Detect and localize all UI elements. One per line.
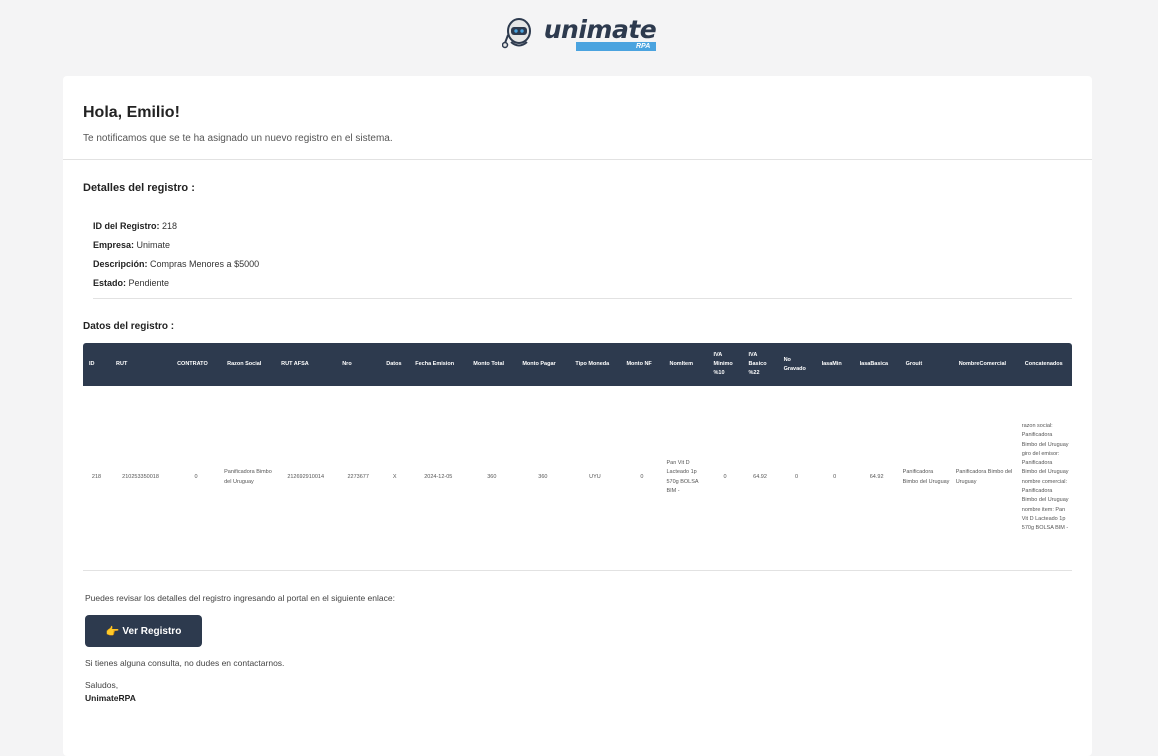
robot-icon bbox=[501, 18, 531, 49]
table-cell: 2273677 bbox=[336, 386, 381, 571]
table-cell: X bbox=[380, 386, 410, 571]
detail-descripcion: Descripción: Compras Menores a $5000 bbox=[93, 259, 259, 269]
header: unimate RPA bbox=[0, 0, 1158, 76]
datos-title: Datos del registro : bbox=[83, 321, 175, 332]
table-header: RUT bbox=[116, 361, 128, 367]
detail-id: ID del Registro: 218 bbox=[93, 221, 177, 231]
detail-estado-label: Estado: bbox=[93, 278, 127, 288]
detail-id-value: 218 bbox=[162, 221, 178, 231]
table-cell: 0 bbox=[620, 386, 664, 571]
table-header: Grouit bbox=[905, 361, 923, 367]
table-cell: 0 bbox=[777, 386, 816, 571]
table-header-row: ID RUT CONTRATO Razon Social RUT AFSA Nr… bbox=[83, 343, 1072, 386]
table-header: RUT AFSA bbox=[281, 361, 309, 367]
table-header: ID bbox=[89, 361, 95, 367]
email-card: Hola, Emilio! Te notificamos que se te h… bbox=[63, 76, 1092, 756]
table-header: Monto NF bbox=[626, 361, 652, 367]
intro-text: Te notificamos que se te ha asignado un … bbox=[83, 133, 393, 144]
table-cell: 0 bbox=[707, 386, 743, 571]
table-header: IasaBasica bbox=[859, 361, 889, 367]
detail-descripcion-label: Descripción: bbox=[93, 259, 148, 269]
table-header: IasaMin bbox=[821, 361, 842, 367]
table-header: NomItem bbox=[669, 361, 693, 367]
table-cell: 64.92 bbox=[742, 386, 778, 571]
detail-empresa-label: Empresa: bbox=[93, 240, 135, 250]
registro-table: ID RUT CONTRATO Razon Social RUT AFSA Nr… bbox=[83, 343, 1072, 571]
divider bbox=[93, 298, 1072, 299]
table-header: Monto Total bbox=[473, 361, 505, 367]
brand-name: unimate bbox=[543, 14, 657, 44]
table-cell: 64.92 bbox=[853, 386, 900, 571]
table-cell: 0 bbox=[815, 386, 854, 571]
table-header: IVA Basico %22 bbox=[748, 352, 767, 376]
detail-descripcion-value: Compras Menores a $5000 bbox=[150, 259, 260, 269]
table-cell: Panificadora Bimbo del Uruguay bbox=[221, 386, 276, 571]
table-cell: 212692910014 bbox=[275, 386, 337, 571]
table-cell: Panificadora Bimbo del Uruguay bbox=[952, 386, 1019, 571]
divider bbox=[63, 159, 1092, 160]
table-cell: 210253350018 bbox=[110, 386, 172, 571]
table-cell: razon social: Panificadora Bimbo del Uru… bbox=[1018, 386, 1072, 571]
table-header: Razon Social bbox=[227, 361, 262, 367]
table-header: Monto Pagar bbox=[522, 361, 556, 367]
closing-text: Saludos, bbox=[85, 680, 119, 690]
brand-logo: unimate RPA bbox=[501, 14, 657, 53]
ver-registro-label: Ver Registro bbox=[122, 625, 182, 637]
detail-empresa: Empresa: Unimate bbox=[93, 240, 170, 250]
brand-sub: RPA bbox=[576, 41, 657, 51]
ver-registro-button[interactable]: 👉 Ver Registro bbox=[85, 615, 202, 647]
table-header: Concatenados bbox=[1024, 361, 1063, 367]
table-header: Fecha Emision bbox=[415, 361, 455, 367]
detail-empresa-value: Unimate bbox=[136, 240, 171, 250]
details-title: Detalles del registro : bbox=[83, 182, 195, 194]
table-cell: 218 bbox=[83, 386, 111, 571]
pointing-hand-icon: 👉 bbox=[105, 625, 120, 638]
table-header: Datos bbox=[386, 361, 402, 367]
review-text: Puedes revisar los detalles del registro… bbox=[85, 593, 395, 603]
contact-text: Si tienes alguna consulta, no dudes en c… bbox=[85, 658, 285, 668]
table-cell: Pan Vit D Lacteado 1p 570g BOLSA BIM - bbox=[663, 386, 708, 571]
table-header: CONTRATO bbox=[177, 361, 208, 367]
detail-estado: Estado: Pendiente bbox=[93, 278, 169, 288]
greeting: Hola, Emilio! bbox=[83, 104, 180, 121]
table-cell: 0 bbox=[171, 386, 222, 571]
table-header: Nro bbox=[342, 361, 352, 367]
table-header: Tipo Moneda bbox=[575, 361, 610, 367]
table-header: No Gravado bbox=[783, 356, 806, 372]
detail-estado-value: Pendiente bbox=[128, 278, 170, 288]
table-row: 218 210253350018 0 Panificadora Bimbo de… bbox=[83, 386, 1072, 571]
signature: UnimateRPA bbox=[85, 693, 136, 703]
table-cell: 2024-12-05 bbox=[409, 386, 468, 571]
table-header: IVA Minimo %10 bbox=[713, 352, 733, 376]
table-cell: 360 bbox=[516, 386, 570, 571]
table-cell: 360 bbox=[467, 386, 517, 571]
table-cell: Panificadora Bimbo del Uruguay bbox=[899, 386, 953, 571]
table-header: NombreComercial bbox=[958, 361, 1007, 367]
table-cell: UYU bbox=[569, 386, 621, 571]
detail-id-label: ID del Registro: bbox=[93, 221, 160, 231]
